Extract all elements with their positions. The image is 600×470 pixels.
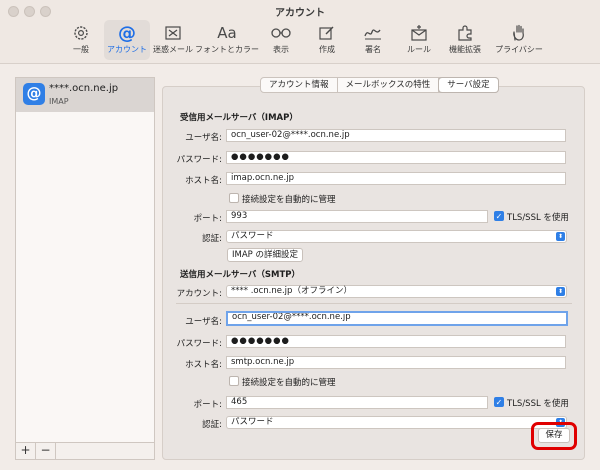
smtp-username-field[interactable]: ocn_user-02@****.ocn.ne.jp [226, 311, 568, 326]
title-bar: アカウント 一般 @ アカウント 迷惑メール Aa フォントとカラー 表示 作成… [0, 0, 600, 64]
save-button[interactable]: 保存 [538, 428, 570, 443]
imap-port-field[interactable]: 993 [226, 210, 488, 223]
smtp-account-value: **** .ocn.ne.jp（オフライン） [231, 286, 352, 296]
glasses-icon [270, 23, 292, 43]
smtp-port-field[interactable]: 465 [226, 396, 488, 409]
smtp-section-title: 送信用メールサーバ（SMTP） [180, 270, 301, 280]
toolbar-accounts[interactable]: @ アカウント [104, 20, 150, 60]
smtp-account-select[interactable]: **** .ocn.ne.jp（オフライン） ⬍ [226, 285, 567, 298]
rules-icon [410, 23, 428, 43]
imap-auth-value: パスワード [231, 231, 274, 241]
font-icon: Aa [217, 24, 237, 42]
sidebar-footer: + − [16, 442, 154, 459]
imap-tls-checkbox[interactable]: ✓ [494, 211, 504, 221]
imap-password-field[interactable]: ●●●●●●● [226, 151, 566, 164]
smtp-auth-value: パスワード [231, 417, 274, 427]
toolbar-signatures[interactable]: 署名 [350, 20, 396, 60]
preferences-toolbar: 一般 @ アカウント 迷惑メール Aa フォントとカラー 表示 作成 署名 ルー… [58, 20, 550, 60]
imap-username-label: ユーザ名: [185, 133, 222, 143]
smtp-auth-select[interactable]: パスワード ⬍ [226, 416, 567, 429]
smtp-port-label: ポート: [193, 400, 222, 410]
imap-auto-manage-label: 接続設定を自動的に管理 [242, 195, 336, 205]
smtp-host-field[interactable]: smtp.ocn.ne.jp [226, 356, 566, 369]
toolbar-general[interactable]: 一般 [58, 20, 104, 60]
toolbar-fonts-colors[interactable]: Aa フォントとカラー [195, 20, 259, 60]
toolbar-extensions[interactable]: 機能拡張 [442, 20, 488, 60]
gear-icon [72, 23, 90, 43]
toolbar-rules[interactable]: ルール [396, 20, 442, 60]
add-account-button[interactable]: + [16, 443, 36, 459]
smtp-tls-checkbox[interactable]: ✓ [494, 397, 504, 407]
account-name: ****.ocn.ne.jp [49, 83, 119, 94]
remove-account-button[interactable]: − [36, 443, 56, 459]
compose-icon [318, 23, 336, 43]
smtp-tls-label: TLS/SSL を使用 [507, 399, 569, 409]
smtp-account-label: アカウント: [176, 289, 222, 299]
imap-advanced-button[interactable]: IMAP の詳細設定 [227, 248, 303, 262]
smtp-auth-label: 認証: [202, 420, 222, 430]
smtp-password-label: パスワード: [176, 339, 222, 349]
tab-server-settings[interactable]: サーバ設定 [439, 78, 498, 92]
smtp-password-field[interactable]: ●●●●●●● [226, 335, 566, 348]
settings-tabs: アカウント情報 メールボックスの特性 サーバ設定 [260, 77, 499, 93]
imap-auth-label: 認証: [202, 234, 222, 244]
puzzle-icon [456, 23, 474, 43]
smtp-auto-manage-checkbox[interactable] [229, 376, 239, 386]
smtp-username-label: ユーザ名: [185, 317, 222, 327]
imap-password-label: パスワード: [176, 155, 222, 165]
toolbar-viewing[interactable]: 表示 [258, 20, 304, 60]
signature-icon [363, 23, 383, 43]
account-type: IMAP [49, 97, 69, 106]
imap-host-field[interactable]: imap.ocn.ne.jp [226, 172, 566, 185]
tab-account-info[interactable]: アカウント情報 [261, 78, 338, 92]
imap-username-field[interactable]: ocn_user-02@****.ocn.ne.jp [226, 129, 566, 142]
window-title: アカウント [275, 8, 325, 19]
accounts-sidebar: @ ****.ocn.ne.jp IMAP + − [15, 77, 155, 460]
smtp-auto-manage-label: 接続設定を自動的に管理 [242, 378, 336, 388]
hand-icon [510, 23, 528, 43]
at-icon: @ [118, 22, 136, 44]
mail-settings-window: アカウント 一般 @ アカウント 迷惑メール Aa フォントとカラー 表示 作成… [0, 0, 600, 470]
toolbar-composing[interactable]: 作成 [304, 20, 350, 60]
imap-tls-label: TLS/SSL を使用 [507, 213, 569, 223]
imap-auto-manage-checkbox[interactable] [229, 193, 239, 203]
at-icon: @ [23, 83, 45, 105]
imap-section-title: 受信用メールサーバ（IMAP） [180, 113, 298, 123]
toolbar-junk[interactable]: 迷惑メール [150, 20, 196, 60]
smtp-divider [176, 303, 572, 304]
account-row[interactable]: @ ****.ocn.ne.jp IMAP [16, 78, 154, 112]
junk-icon [164, 23, 182, 43]
imap-port-label: ポート: [193, 214, 222, 224]
imap-auth-select[interactable]: パスワード ⬍ [226, 230, 567, 243]
toolbar-privacy[interactable]: プライバシー [488, 20, 550, 60]
imap-host-label: ホスト名: [185, 176, 222, 186]
tab-mailbox-behaviors[interactable]: メールボックスの特性 [338, 78, 440, 92]
chevron-updown-icon: ⬍ [556, 287, 565, 296]
chevron-updown-icon: ⬍ [556, 232, 565, 241]
smtp-host-label: ホスト名: [185, 360, 222, 370]
